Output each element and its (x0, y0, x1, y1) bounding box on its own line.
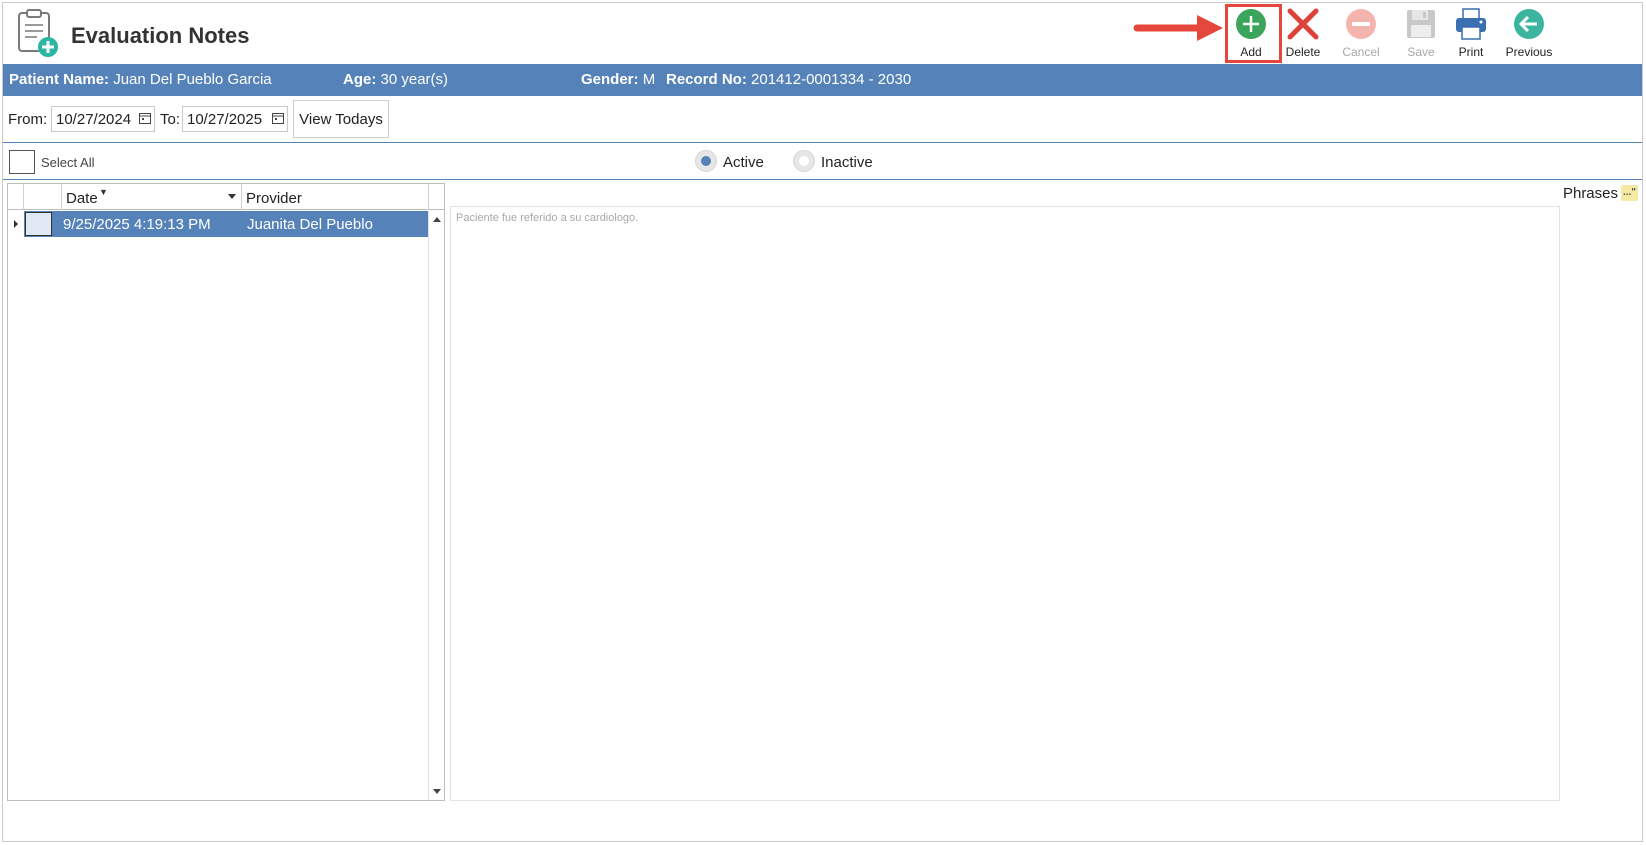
print-label: Print (1458, 45, 1484, 59)
delete-button[interactable]: Delete (1275, 7, 1331, 61)
notes-grid: Date ▼ Provider 9/25/2025 4:19:13 PM Jua… (7, 183, 445, 801)
filter-icon[interactable]: ▼ (99, 187, 108, 197)
view-todays-button[interactable]: View Todays (293, 100, 389, 138)
patient-gender-label: Gender: (581, 71, 639, 88)
sort-dropdown-icon[interactable] (228, 194, 236, 199)
date-filter-row: From: 10/27/2024 To: 10/27/2025 View Tod… (3, 97, 1642, 143)
evaluation-notes-window: Evaluation Notes Add Delete Cancel Save … (2, 2, 1643, 842)
cancel-button[interactable]: Cancel (1333, 7, 1389, 61)
clipboard-add-icon (18, 9, 58, 57)
patient-gender-value: M (642, 71, 656, 88)
add-label: Add (1240, 45, 1262, 59)
radio-dot (799, 156, 809, 166)
grid-scrollbar[interactable] (428, 211, 444, 800)
inactive-label: Inactive (821, 154, 873, 171)
close-icon (1287, 8, 1319, 40)
save-label: Save (1407, 45, 1435, 59)
select-all-label: Select All (41, 155, 95, 170)
from-label: From: (8, 111, 48, 128)
row-checkbox[interactable] (25, 212, 52, 236)
patient-gender: Gender: M (581, 71, 655, 88)
column-provider-label: Provider (246, 190, 302, 207)
header-indicator-cell (8, 184, 24, 210)
patient-info-bar: Patient Name: Juan Del Pueblo Garcia Age… (3, 64, 1642, 96)
patient-name: Patient Name: Juan Del Pueblo Garcia (9, 71, 272, 88)
patient-record-value: 201412-0001334 - 2030 (751, 71, 912, 88)
printer-icon (1456, 8, 1486, 40)
arrow-left-circle-icon (1514, 9, 1544, 39)
annotation-arrow-icon (1133, 15, 1223, 41)
to-date-input[interactable]: 10/27/2025 (182, 106, 288, 132)
row-provider: Juanita Del Pueblo (247, 216, 373, 233)
patient-age-value: 30 year(s) (380, 71, 449, 88)
active-radio[interactable] (695, 150, 717, 172)
print-button[interactable]: Print (1443, 7, 1499, 61)
floppy-disk-icon (1407, 10, 1435, 38)
patient-record: Record No: 201412-0001334 - 2030 (666, 71, 911, 88)
patient-name-label: Patient Name: (9, 71, 110, 88)
to-date-value: 10/27/2025 (187, 111, 263, 128)
page-title: Evaluation Notes (71, 23, 250, 48)
column-header-provider[interactable]: Provider (242, 184, 429, 210)
header: Evaluation Notes Add Delete Cancel Save … (3, 3, 1642, 65)
note-text-area[interactable]: Paciente fue referido a su cardiologo. (450, 206, 1560, 801)
table-row[interactable]: 9/25/2025 4:19:13 PM Juanita Del Pueblo (8, 211, 429, 237)
patient-name-value: Juan Del Pueblo Garcia (113, 71, 272, 88)
column-date-label: Date (66, 190, 98, 207)
column-header-date[interactable]: Date ▼ (62, 184, 242, 210)
radio-dot (701, 156, 711, 166)
delete-label: Delete (1285, 45, 1321, 59)
select-all-checkbox[interactable] (9, 150, 35, 174)
from-date-input[interactable]: 10/27/2024 (51, 106, 155, 132)
calendar-icon[interactable] (272, 112, 284, 124)
patient-age: Age: 30 year(s) (343, 71, 448, 88)
from-date-value: 10/27/2024 (56, 111, 132, 128)
inactive-radio[interactable] (793, 150, 815, 172)
row-date: 9/25/2025 4:19:13 PM (63, 216, 211, 233)
minus-circle-icon (1346, 9, 1376, 39)
phrases-link[interactable]: Phrases (1563, 185, 1618, 202)
selection-row: Select All Active Inactive (3, 144, 1642, 180)
previous-button[interactable]: Previous (1501, 7, 1557, 61)
header-check-cell (24, 184, 62, 210)
phrases-quote-icon[interactable]: ..." (1621, 185, 1638, 201)
plus-circle-icon (1236, 9, 1266, 39)
scroll-up-icon[interactable] (433, 217, 441, 222)
scroll-down-icon[interactable] (433, 789, 441, 794)
patient-age-label: Age: (343, 71, 377, 88)
save-button[interactable]: Save (1393, 7, 1449, 61)
active-label: Active (723, 154, 764, 171)
calendar-icon[interactable] (139, 112, 151, 124)
to-label: To: (160, 111, 181, 128)
patient-record-label: Record No: (666, 71, 747, 88)
grid-header: Date ▼ Provider (8, 184, 444, 210)
row-indicator-icon (14, 220, 18, 228)
previous-label: Previous (1505, 45, 1553, 59)
note-text: Paciente fue referido a su cardiologo. (456, 212, 639, 224)
cancel-label: Cancel (1342, 45, 1380, 59)
add-button[interactable]: Add (1223, 7, 1279, 61)
